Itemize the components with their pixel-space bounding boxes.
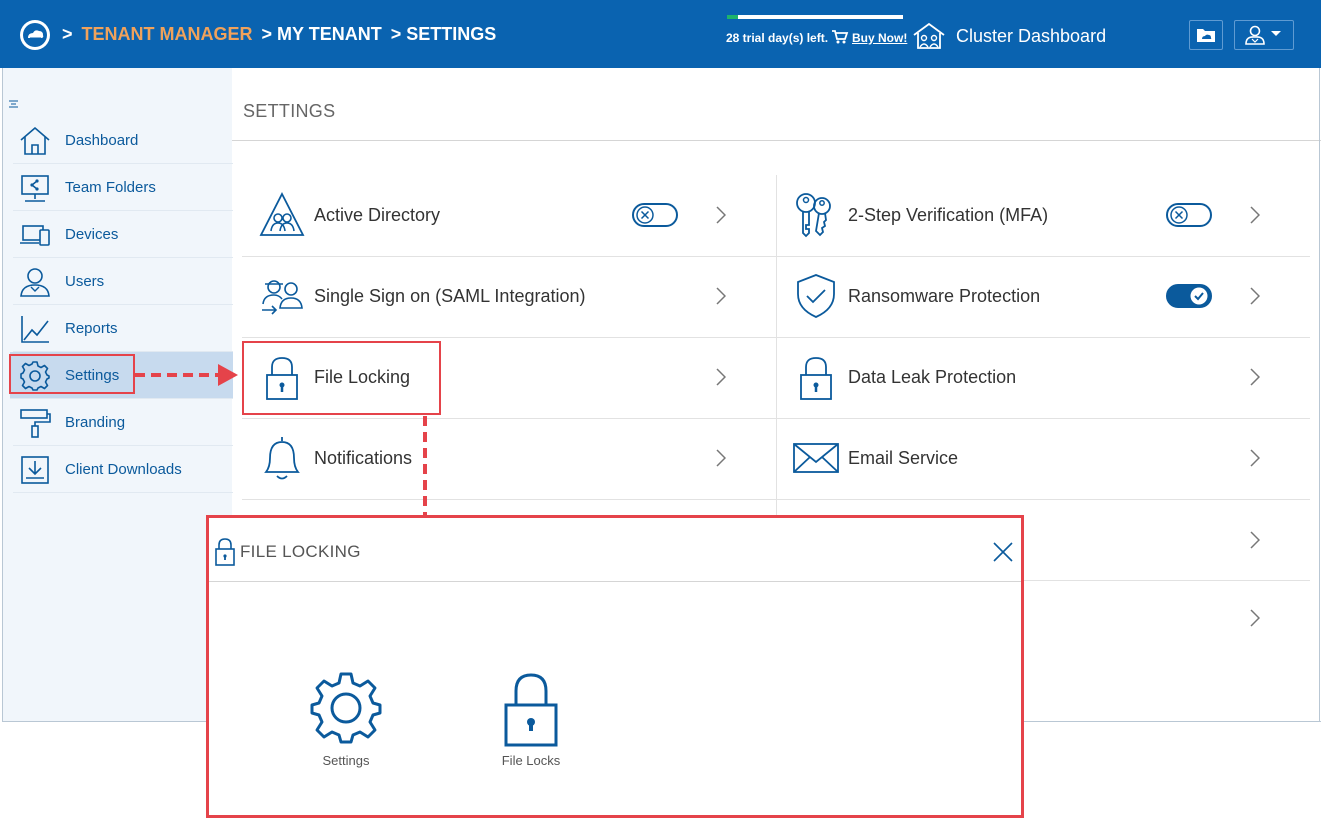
arrow-head-icon [218,364,238,386]
close-icon[interactable] [993,542,1013,562]
gear-icon [310,672,382,744]
dialog-title: FILE LOCKING [240,542,361,561]
dialog-item-label: File Locks [501,753,561,768]
lock-icon [215,538,235,566]
dialog-item-settings[interactable]: Settings [286,671,406,768]
dialog-divider [209,581,1021,582]
dialog-item-label: Settings [322,753,370,768]
file-locking-dialog: FILE LOCKING Settings File Locks [206,515,1024,818]
dialog-item-file-locks[interactable]: File Locks [471,671,591,768]
lock-icon [504,673,558,747]
